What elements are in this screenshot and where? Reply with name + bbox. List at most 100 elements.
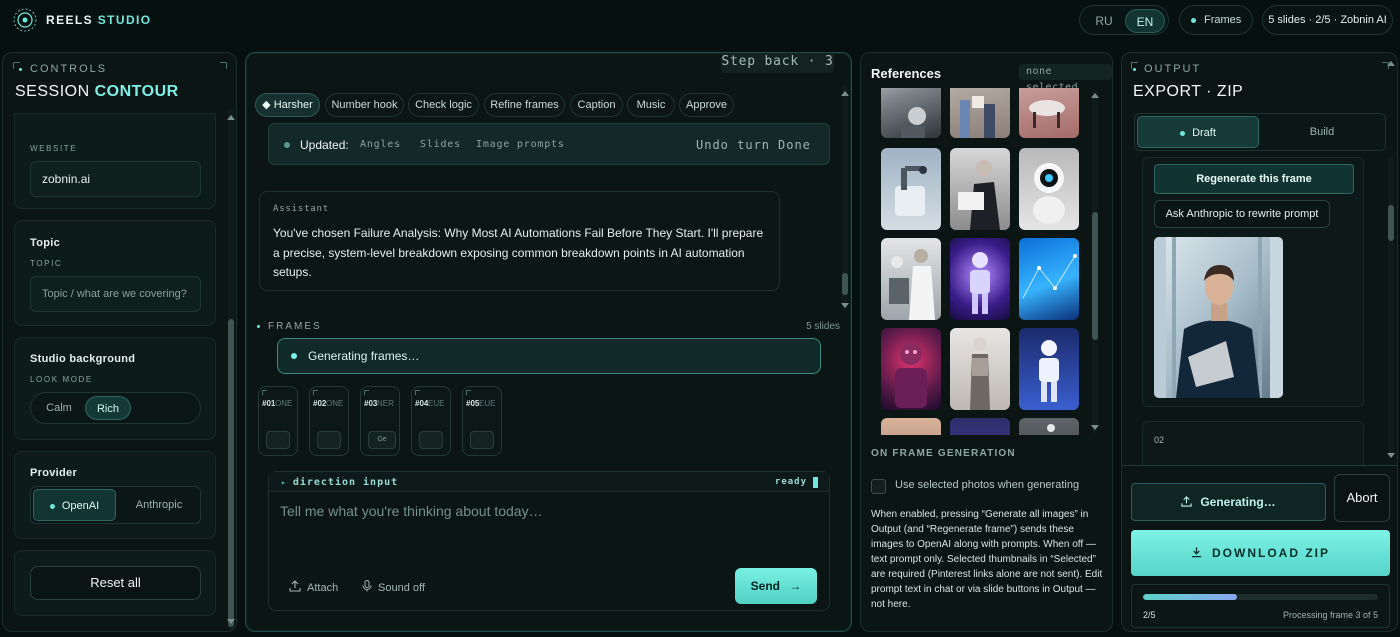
rewrite-prompt-button[interactable]: Ask Anthropic to rewrite prompt bbox=[1154, 200, 1330, 228]
reference-image[interactable] bbox=[950, 88, 1010, 138]
send-label: Send bbox=[750, 579, 780, 593]
reference-image[interactable] bbox=[1019, 148, 1079, 230]
abort-button[interactable]: Abort bbox=[1334, 474, 1390, 522]
update-banner: Updated: Angles Slides Image prompts Und… bbox=[268, 123, 830, 165]
updated-tag: Slides bbox=[420, 139, 461, 150]
reference-image[interactable] bbox=[1019, 88, 1079, 138]
reference-image[interactable] bbox=[950, 148, 1010, 230]
chat-scroll-thumb[interactable] bbox=[842, 273, 848, 295]
scroll-down-icon[interactable] bbox=[841, 303, 849, 308]
chip-number-hook[interactable]: Number hook bbox=[325, 93, 404, 117]
reference-image[interactable] bbox=[881, 418, 941, 435]
chip-caption[interactable]: Caption bbox=[570, 93, 623, 117]
frame-thumb-button[interactable] bbox=[419, 431, 443, 449]
generating-banner: Generating frames… bbox=[277, 338, 821, 374]
reference-image[interactable] bbox=[1019, 418, 1079, 435]
chip-approve[interactable]: Approve bbox=[679, 93, 734, 117]
topic-title: Topic bbox=[30, 237, 61, 249]
use-photos-label[interactable]: Use selected photos when generating bbox=[895, 479, 1079, 491]
tab-build[interactable]: Build bbox=[1261, 116, 1383, 148]
scroll-up-icon[interactable] bbox=[841, 91, 849, 96]
scroll-up-icon[interactable] bbox=[1387, 61, 1395, 66]
scroll-down-icon[interactable] bbox=[227, 619, 235, 624]
provider-openai-option[interactable]: OpenAI bbox=[33, 489, 116, 521]
selection-badge: none selected bbox=[1019, 64, 1112, 93]
frame-thumb-button[interactable]: Ge bbox=[368, 431, 396, 449]
undo-turn-button[interactable]: Undo turn bbox=[696, 138, 770, 152]
topic-input[interactable]: Topic / what are we covering? bbox=[30, 276, 201, 312]
scroll-up-icon[interactable] bbox=[1091, 93, 1099, 98]
output-panel: OUTPUT EXPORT · ZIP Draft Build Regenera… bbox=[1121, 52, 1398, 632]
output-eyebrow: OUTPUT bbox=[1133, 63, 1201, 75]
updated-tag: Angles bbox=[360, 139, 401, 150]
lang-ru-button[interactable]: RU bbox=[1086, 9, 1122, 33]
export-progress: 2/5 Processing frame 3 of 5 bbox=[1131, 584, 1390, 628]
scroll-up-icon[interactable] bbox=[227, 115, 235, 120]
reference-image[interactable] bbox=[950, 328, 1010, 410]
export-footer: Generating… Abort DOWNLOAD ZIP 2/5 Proce… bbox=[1122, 465, 1397, 631]
frame-thumb[interactable]: ONE #01 bbox=[258, 386, 298, 456]
frame-thumb[interactable]: EUE #04 bbox=[411, 386, 451, 456]
output-scroll-thumb[interactable] bbox=[1388, 205, 1394, 241]
sound-toggle[interactable]: Sound off bbox=[362, 580, 425, 594]
progress-status: Processing frame 3 of 5 bbox=[1282, 610, 1378, 620]
use-photos-checkbox[interactable] bbox=[871, 479, 886, 494]
frame-preview-image[interactable] bbox=[1154, 237, 1283, 398]
chip-check-logic[interactable]: Check logic bbox=[408, 93, 479, 117]
sound-label: Sound off bbox=[378, 582, 425, 594]
frame-thumb[interactable]: NER #03 Ge bbox=[360, 386, 400, 456]
send-button[interactable]: Send → bbox=[735, 568, 817, 604]
progress-track bbox=[1143, 594, 1378, 600]
done-button[interactable]: Done bbox=[778, 138, 811, 152]
regenerate-frame-button[interactable]: Regenerate this frame bbox=[1154, 164, 1354, 194]
frame-thumb-button[interactable] bbox=[266, 431, 290, 449]
generate-images-button[interactable]: Generating… bbox=[1131, 483, 1326, 521]
tab-draft[interactable]: Draft bbox=[1137, 116, 1259, 148]
frames-heading: FRAMES bbox=[257, 321, 322, 332]
frame-thumb-button[interactable] bbox=[470, 431, 494, 449]
reference-image[interactable] bbox=[950, 418, 1010, 435]
download-zip-button[interactable]: DOWNLOAD ZIP bbox=[1131, 530, 1390, 576]
look-rich-option[interactable]: Rich bbox=[85, 396, 131, 420]
brand-logo-icon bbox=[13, 8, 37, 32]
reference-image[interactable] bbox=[881, 328, 941, 410]
scroll-down-icon[interactable] bbox=[1091, 425, 1099, 430]
frame-thumb-number: #05 bbox=[466, 399, 480, 408]
chip-harsher[interactable]: ◆ Harsher bbox=[255, 93, 320, 117]
reference-image[interactable] bbox=[1019, 238, 1079, 320]
references-scrollbar[interactable] bbox=[1092, 90, 1098, 433]
reference-image[interactable] bbox=[950, 238, 1010, 320]
download-icon bbox=[1191, 547, 1202, 558]
frame-thumb[interactable]: ONE #02 bbox=[309, 386, 349, 456]
frames-status-dot bbox=[1191, 18, 1196, 23]
frames-toggle[interactable]: Frames bbox=[1179, 5, 1253, 35]
provider-anthropic-option[interactable]: Anthropic bbox=[119, 489, 199, 521]
frames-label: Frames bbox=[1204, 14, 1242, 26]
website-label: WEBSITE bbox=[30, 144, 78, 153]
chip-music[interactable]: Music bbox=[627, 93, 675, 117]
direction-composer: direction input ready Tell me what you'r… bbox=[268, 471, 830, 611]
frame-thumb[interactable]: EUE #05 bbox=[462, 386, 502, 456]
look-calm-option[interactable]: Calm bbox=[37, 396, 81, 420]
generating-dot bbox=[291, 353, 297, 359]
controls-scroll-thumb[interactable] bbox=[228, 319, 234, 627]
scroll-down-icon[interactable] bbox=[1387, 453, 1395, 458]
direction-input[interactable]: Tell me what you're thinking about today… bbox=[280, 503, 543, 519]
reset-all-button[interactable]: Reset all bbox=[30, 566, 201, 600]
frame-thumb-caption: EUE bbox=[428, 399, 445, 408]
frame-thumb-button[interactable] bbox=[317, 431, 341, 449]
reference-image[interactable] bbox=[881, 238, 941, 320]
controls-scrollbar[interactable] bbox=[228, 109, 234, 629]
reference-image[interactable] bbox=[1019, 328, 1079, 410]
lang-en-button[interactable]: EN bbox=[1125, 9, 1165, 33]
frame-thumb-number: #02 bbox=[313, 399, 327, 408]
reference-image[interactable] bbox=[881, 88, 941, 138]
references-scroll-thumb[interactable] bbox=[1092, 212, 1098, 340]
reference-image[interactable] bbox=[881, 148, 941, 230]
chip-refine-frames[interactable]: Refine frames bbox=[484, 93, 565, 117]
attach-button[interactable]: Attach bbox=[289, 580, 338, 594]
website-input[interactable]: zobnin.ai bbox=[30, 161, 201, 197]
output-scrollbar[interactable] bbox=[1388, 157, 1394, 457]
step-back-button[interactable]: Step back · 3 bbox=[721, 53, 834, 73]
chat-scrollbar[interactable] bbox=[842, 85, 848, 311]
